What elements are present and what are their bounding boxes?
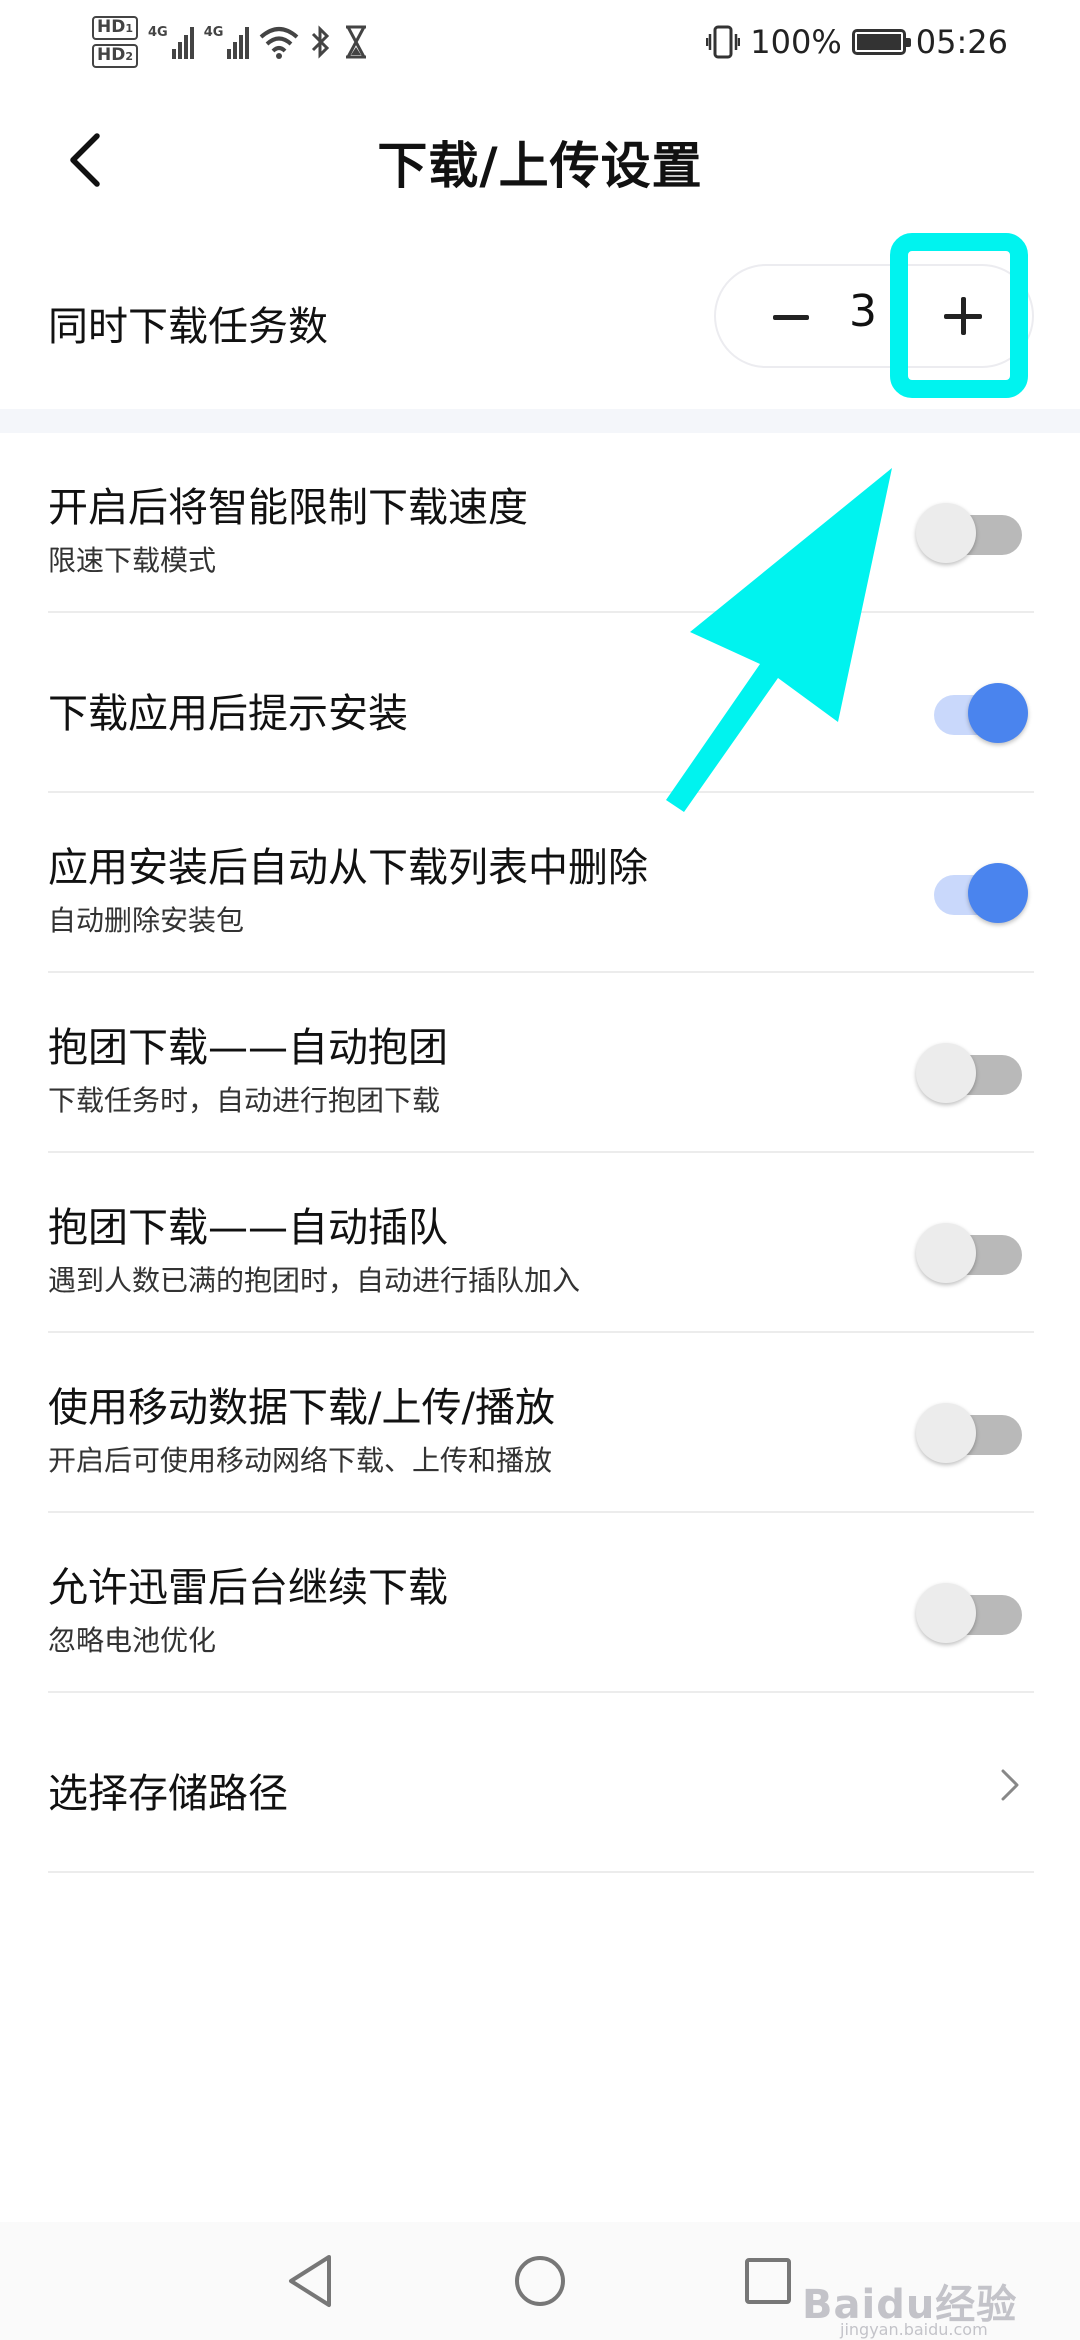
page-title: 下载/上传设置	[377, 137, 703, 195]
status-left: HD1 HD2 4G 4G	[92, 14, 369, 70]
setting-toggle[interactable]	[924, 859, 1034, 923]
hd1-badge: HD1	[92, 16, 138, 40]
app-header: 下载/上传设置	[0, 84, 1080, 234]
toggle-knob	[916, 1043, 976, 1103]
setting-title: 允许迅雷后台继续下载	[48, 1565, 448, 1611]
setting-subtitle: 忽略电池优化	[48, 1624, 217, 1657]
setting-toggle[interactable]	[916, 1039, 1034, 1103]
toggle-knob	[916, 503, 976, 563]
wifi-icon	[260, 27, 299, 59]
setting-subtitle: 限速下载模式	[48, 544, 217, 577]
setting-row[interactable]: 允许迅雷后台继续下载忽略电池优化	[48, 1513, 1034, 1693]
square-recents-icon	[745, 2258, 791, 2304]
setting-row[interactable]: 抱团下载——自动插队遇到人数已满的抱团时，自动进行插队加入	[48, 1153, 1034, 1333]
status-bar: HD1 HD2 4G 4G 100% 05:26	[0, 0, 1080, 84]
status-right: 100% 05:26	[706, 18, 1008, 66]
minus-icon	[773, 314, 809, 320]
setting-subtitle: 遇到人数已满的抱团时，自动进行插队加入	[48, 1264, 581, 1297]
nav-back-button[interactable]	[275, 2246, 345, 2316]
setting-row[interactable]: 开启后将智能限制下载速度限速下载模式	[48, 433, 1034, 613]
setting-row[interactable]: 下载应用后提示安装	[48, 613, 1034, 793]
storage-path-label: 选择存储路径	[48, 1771, 288, 1817]
setting-toggle[interactable]	[916, 1579, 1034, 1643]
toggle-knob	[968, 863, 1028, 923]
hourglass-icon	[346, 25, 367, 59]
nav-home-button[interactable]	[505, 2246, 575, 2316]
battery-icon	[851, 29, 911, 55]
toggle-knob	[916, 1403, 976, 1463]
setting-row[interactable]: 使用移动数据下载/上传/播放开启后可使用移动网络下载、上传和播放	[48, 1333, 1034, 1513]
toggle-knob	[916, 1583, 976, 1643]
setting-title: 使用移动数据下载/上传/播放	[48, 1385, 555, 1431]
baidu-watermark: Baidu经验 jingyan.baidu.com	[802, 2282, 1018, 2339]
hd-indicators: HD1 HD2	[92, 16, 138, 68]
setting-toggle[interactable]	[916, 499, 1034, 563]
vibrate-icon	[706, 25, 741, 59]
hd2-badge: HD2	[92, 44, 138, 68]
screen: HD1 HD2 4G 4G 100% 05:26 下载/上传设置 同时下载任务数…	[0, 0, 1080, 2340]
settings-list: 开启后将智能限制下载速度限速下载模式下载应用后提示安装应用安装后自动从下载列表中…	[0, 433, 1080, 1873]
section-divider	[0, 409, 1080, 433]
setting-title: 应用安装后自动从下载列表中删除	[48, 845, 648, 891]
setting-toggle[interactable]	[916, 1219, 1034, 1283]
setting-title: 抱团下载——自动插队	[48, 1205, 448, 1251]
decrement-button[interactable]	[756, 284, 826, 350]
nav-recents-button[interactable]	[733, 2246, 803, 2316]
bluetooth-icon	[312, 25, 330, 59]
setting-toggle[interactable]	[924, 679, 1034, 743]
setting-subtitle: 下载任务时，自动进行抱团下载	[48, 1084, 441, 1117]
storage-path-row[interactable]: 选择存储路径	[48, 1693, 1034, 1873]
setting-row[interactable]: 应用安装后自动从下载列表中删除自动删除安装包	[48, 793, 1034, 973]
setting-toggle[interactable]	[916, 1399, 1034, 1463]
annotation-highlight-box	[890, 233, 1028, 398]
battery-percent: 100%	[750, 23, 842, 61]
setting-title: 下载应用后提示安装	[48, 691, 408, 737]
setting-row[interactable]: 抱团下载——自动抱团下载任务时，自动进行抱团下载	[48, 973, 1034, 1153]
triangle-back-icon	[289, 2255, 331, 2307]
chevron-right-icon	[1001, 1769, 1019, 1801]
signal-icon: 4G	[148, 25, 194, 59]
concurrent-tasks-label: 同时下载任务数	[48, 304, 328, 350]
setting-title: 抱团下载——自动抱团	[48, 1025, 448, 1071]
circle-home-icon	[515, 2256, 565, 2306]
signal-icon-2: 4G	[204, 25, 250, 59]
setting-subtitle: 开启后可使用移动网络下载、上传和播放	[48, 1444, 553, 1477]
toggle-knob	[916, 1223, 976, 1283]
toggle-knob	[968, 683, 1028, 743]
concurrent-tasks-value: 3	[849, 286, 877, 337]
clock: 05:26	[915, 23, 1008, 61]
setting-subtitle: 自动删除安装包	[48, 904, 245, 937]
setting-title: 开启后将智能限制下载速度	[48, 485, 528, 531]
